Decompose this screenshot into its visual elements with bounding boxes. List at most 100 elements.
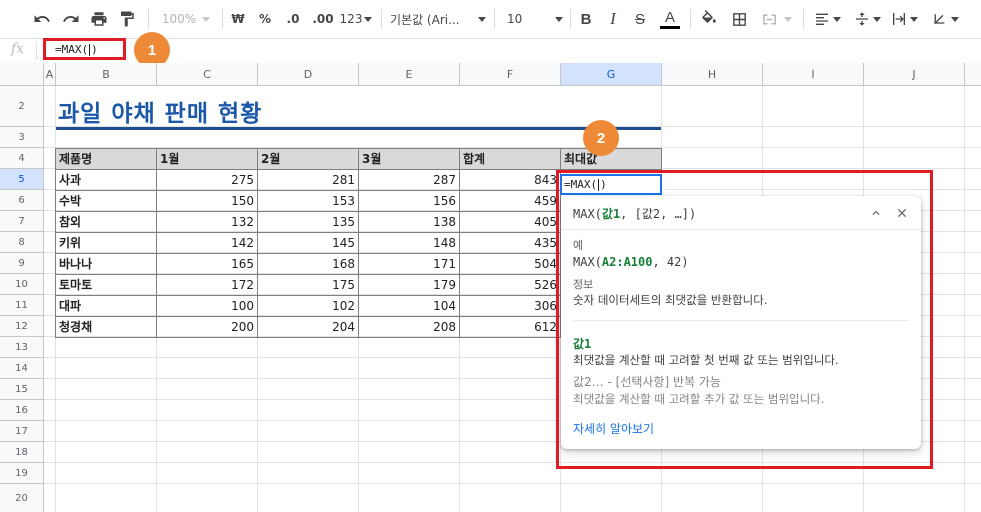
table-cell-number[interactable]: 459 [460,190,560,211]
column-header-c[interactable]: C [157,63,258,86]
table-cell-number[interactable]: 208 [359,316,459,337]
italic-button[interactable]: I [603,6,623,32]
table-cell-number[interactable]: 526 [460,274,560,295]
redo-icon[interactable] [59,6,83,32]
undo-icon[interactable] [30,6,54,32]
table-header-cell[interactable]: 제품명 [56,148,156,169]
table-cell-number[interactable]: 171 [359,253,459,274]
more-formats-button[interactable]: 123 [340,6,373,32]
table-cell-number[interactable]: 179 [359,274,459,295]
text-wrapping-icon[interactable] [888,6,920,32]
column-header-b[interactable]: B [56,63,157,86]
table-cell-number[interactable]: 156 [359,190,459,211]
table-cell-number[interactable]: 104 [359,295,459,316]
row-header-14[interactable]: 14 [0,358,44,379]
table-cell-product[interactable]: 토마토 [56,274,156,295]
table-cell-product[interactable]: 청경채 [56,316,156,337]
table-cell-number[interactable]: 287 [359,169,459,190]
column-header-i[interactable]: I [763,63,864,86]
column-header-d[interactable]: D [258,63,359,86]
table-cell-number[interactable]: 168 [258,253,358,274]
table-cell-product[interactable]: 바나나 [56,253,156,274]
table-cell-number[interactable]: 306 [460,295,560,316]
merge-cells-icon[interactable] [756,6,796,32]
row-header-9[interactable]: 9 [0,253,44,274]
row-header-19[interactable]: 19 [0,463,44,484]
text-rotation-icon[interactable] [926,6,962,32]
table-header-cell[interactable]: 합계 [460,148,560,169]
table-cell-number[interactable]: 281 [258,169,358,190]
row-header-7[interactable]: 7 [0,211,44,232]
table-cell-product[interactable]: 대파 [56,295,156,316]
vertical-align-icon[interactable] [852,6,882,32]
row-header-16[interactable]: 16 [0,400,44,421]
table-cell-product[interactable]: 키위 [56,232,156,253]
row-header-12[interactable]: 12 [0,316,44,337]
table-cell-number[interactable]: 142 [157,232,257,253]
table-cell-number[interactable]: 405 [460,211,560,232]
column-header-h[interactable]: H [662,63,763,86]
row-header-17[interactable]: 17 [0,421,44,442]
table-cell-number[interactable]: 275 [157,169,257,190]
decrease-decimal-button[interactable]: .0 [281,6,305,32]
table-cell-number[interactable]: 843 [460,169,560,190]
table-cell-number[interactable]: 172 [157,274,257,295]
table-cell-number[interactable]: 165 [157,253,257,274]
table-cell-number[interactable]: 148 [359,232,459,253]
percent-format-button[interactable]: % [255,6,275,32]
row-header-18[interactable]: 18 [0,442,44,463]
font-size-select[interactable]: 10 [503,6,563,32]
table-cell-number[interactable]: 150 [157,190,257,211]
table-cell-number[interactable]: 145 [258,232,358,253]
row-header-6[interactable]: 6 [0,190,44,211]
row-header-3[interactable]: 3 [0,127,44,148]
column-header-k[interactable] [965,63,981,86]
row-header-13[interactable]: 13 [0,337,44,358]
borders-icon[interactable] [728,6,750,32]
text-color-button[interactable]: A [658,6,682,32]
row-header-10[interactable]: 10 [0,274,44,295]
horizontal-align-icon[interactable] [810,6,844,32]
fill-color-icon[interactable] [698,6,720,32]
table-cell-number[interactable]: 504 [460,253,560,274]
table-cell-number[interactable]: 204 [258,316,358,337]
column-header-a[interactable]: A [44,63,56,86]
zoom-select[interactable]: 100% [158,6,214,32]
row-header-4[interactable]: 4 [0,148,44,169]
table-cell-number[interactable]: 102 [258,295,358,316]
table-cell-number[interactable]: 100 [157,295,257,316]
font-family-select[interactable]: 기본값 (Ari... [390,6,486,32]
column-header-j[interactable]: J [864,63,965,86]
column-header-g[interactable]: G [561,63,662,86]
row-header-2[interactable]: 2 [0,86,44,127]
table-cell-number[interactable]: 435 [460,232,560,253]
table-cell-number[interactable]: 200 [157,316,257,337]
table-cell-number[interactable]: 153 [258,190,358,211]
currency-format-button[interactable]: ₩ [228,6,248,32]
table-cell-number[interactable]: 612 [460,316,560,337]
paint-format-icon[interactable] [115,6,139,32]
strikethrough-button[interactable]: S [630,6,650,32]
bold-button[interactable]: B [576,6,596,32]
increase-decimal-button[interactable]: .00 [309,6,337,32]
row-header-8[interactable]: 8 [0,232,44,253]
table-cell-number[interactable]: 138 [359,211,459,232]
table-cell-number[interactable]: 132 [157,211,257,232]
table-cell-number[interactable]: 175 [258,274,358,295]
column-header-f[interactable]: F [460,63,561,86]
chevron-down-icon [909,16,918,22]
table-cell-product[interactable]: 참외 [56,211,156,232]
table-cell-number[interactable]: 135 [258,211,358,232]
table-cell-product[interactable]: 수박 [56,190,156,211]
row-header-20[interactable]: 20 [0,484,44,512]
row-header-11[interactable]: 11 [0,295,44,316]
column-header-e[interactable]: E [359,63,460,86]
row-header-15[interactable]: 15 [0,379,44,400]
table-header-cell[interactable]: 3월 [359,148,459,169]
select-all-corner[interactable] [0,63,44,86]
print-icon[interactable] [87,6,111,32]
table-header-cell[interactable]: 2월 [258,148,358,169]
table-header-cell[interactable]: 1월 [157,148,257,169]
table-cell-product[interactable]: 사과 [56,169,156,190]
row-header-5[interactable]: 5 [0,169,44,190]
